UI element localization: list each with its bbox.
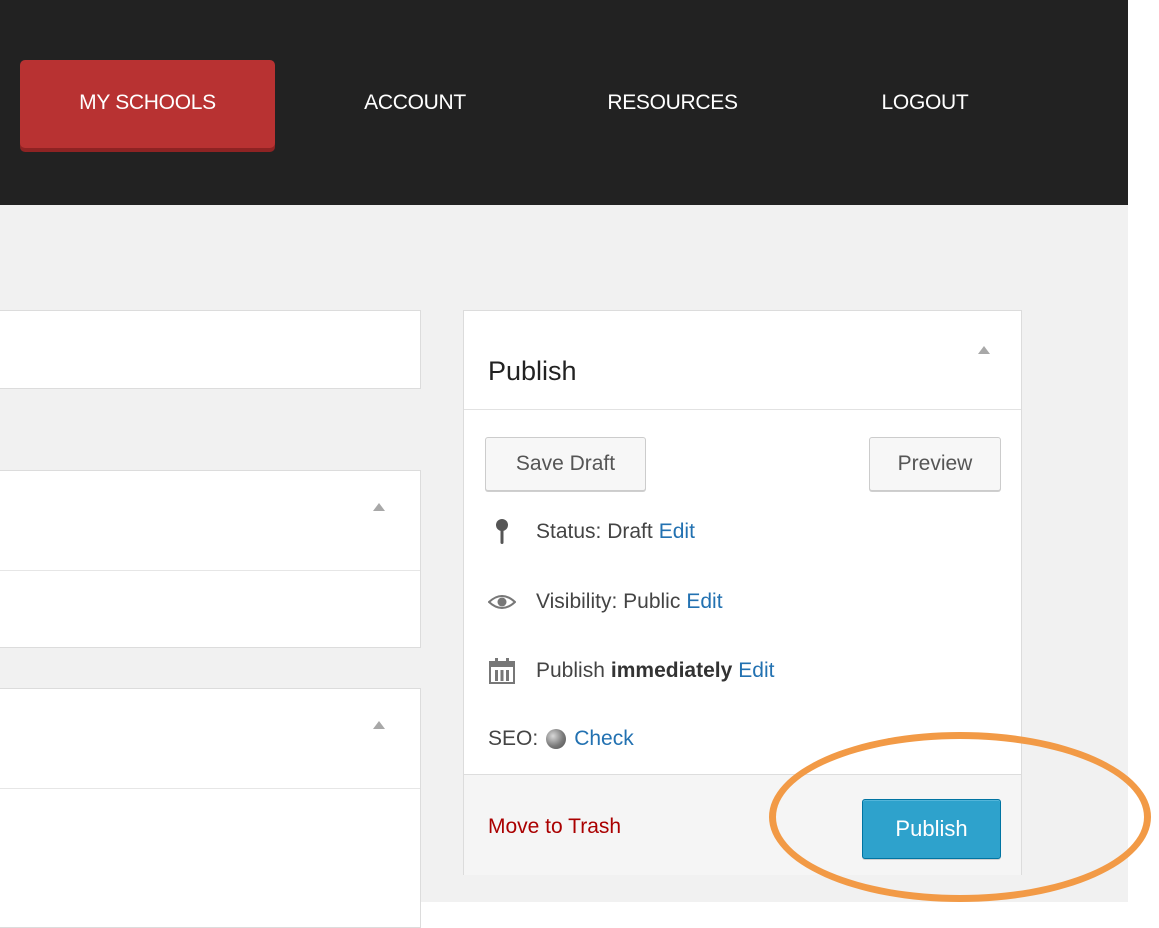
seo-status-dot-icon: [546, 729, 567, 749]
meta-box-2: [0, 688, 421, 928]
seo-check-link[interactable]: Check: [574, 727, 634, 751]
move-to-trash-link[interactable]: Move to Trash: [488, 815, 621, 839]
pin-icon: [488, 519, 516, 545]
visibility-row: Visibility: Public Edit: [488, 590, 723, 614]
schedule-row: Publish immediately Edit: [488, 657, 774, 685]
collapse-toggle-icon[interactable]: [373, 721, 385, 729]
collapse-toggle-icon[interactable]: [373, 503, 385, 511]
top-nav-bar: MY SCHOOLS ACCOUNT RESOURCES LOGOUT: [0, 0, 1128, 205]
status-row: Status: Draft Edit: [488, 519, 695, 545]
publishing-actions: Move to Trash Publish: [464, 774, 1021, 875]
nav-my-schools[interactable]: MY SCHOOLS: [20, 60, 275, 148]
publish-box-divider: [464, 409, 1021, 410]
status-value: Draft: [607, 520, 653, 543]
publish-button[interactable]: Publish: [862, 799, 1001, 859]
collapse-toggle-icon[interactable]: [978, 346, 990, 354]
status-edit-link[interactable]: Edit: [659, 520, 695, 544]
publish-box-title: Publish: [488, 356, 577, 386]
schedule-value: immediately: [610, 659, 733, 682]
visibility-label: Visibility:: [536, 590, 618, 613]
nav-account[interactable]: ACCOUNT: [340, 60, 490, 148]
schedule-label: Publish: [536, 659, 605, 682]
nav-logout[interactable]: LOGOUT: [855, 60, 995, 148]
post-title-input[interactable]: [0, 310, 421, 389]
publish-box: Publish Save Draft Preview Status: Draft…: [463, 310, 1022, 875]
seo-label: SEO:: [488, 727, 539, 750]
page-edge: [1128, 0, 1159, 902]
visibility-value: Public: [623, 590, 681, 613]
preview-button[interactable]: Preview: [869, 437, 1001, 491]
visibility-edit-link[interactable]: Edit: [686, 590, 722, 614]
meta-box-divider: [0, 788, 420, 789]
status-label: Status:: [536, 520, 602, 543]
save-draft-button[interactable]: Save Draft: [485, 437, 646, 491]
schedule-edit-link[interactable]: Edit: [738, 659, 774, 683]
editor-area: Publish Save Draft Preview Status: Draft…: [0, 205, 1128, 928]
meta-box-1: [0, 470, 421, 648]
calendar-icon: [488, 657, 516, 685]
seo-row: SEO: Check: [488, 727, 634, 751]
meta-box-divider: [0, 570, 420, 571]
eye-icon: [488, 593, 516, 611]
nav-resources[interactable]: RESOURCES: [585, 60, 760, 148]
